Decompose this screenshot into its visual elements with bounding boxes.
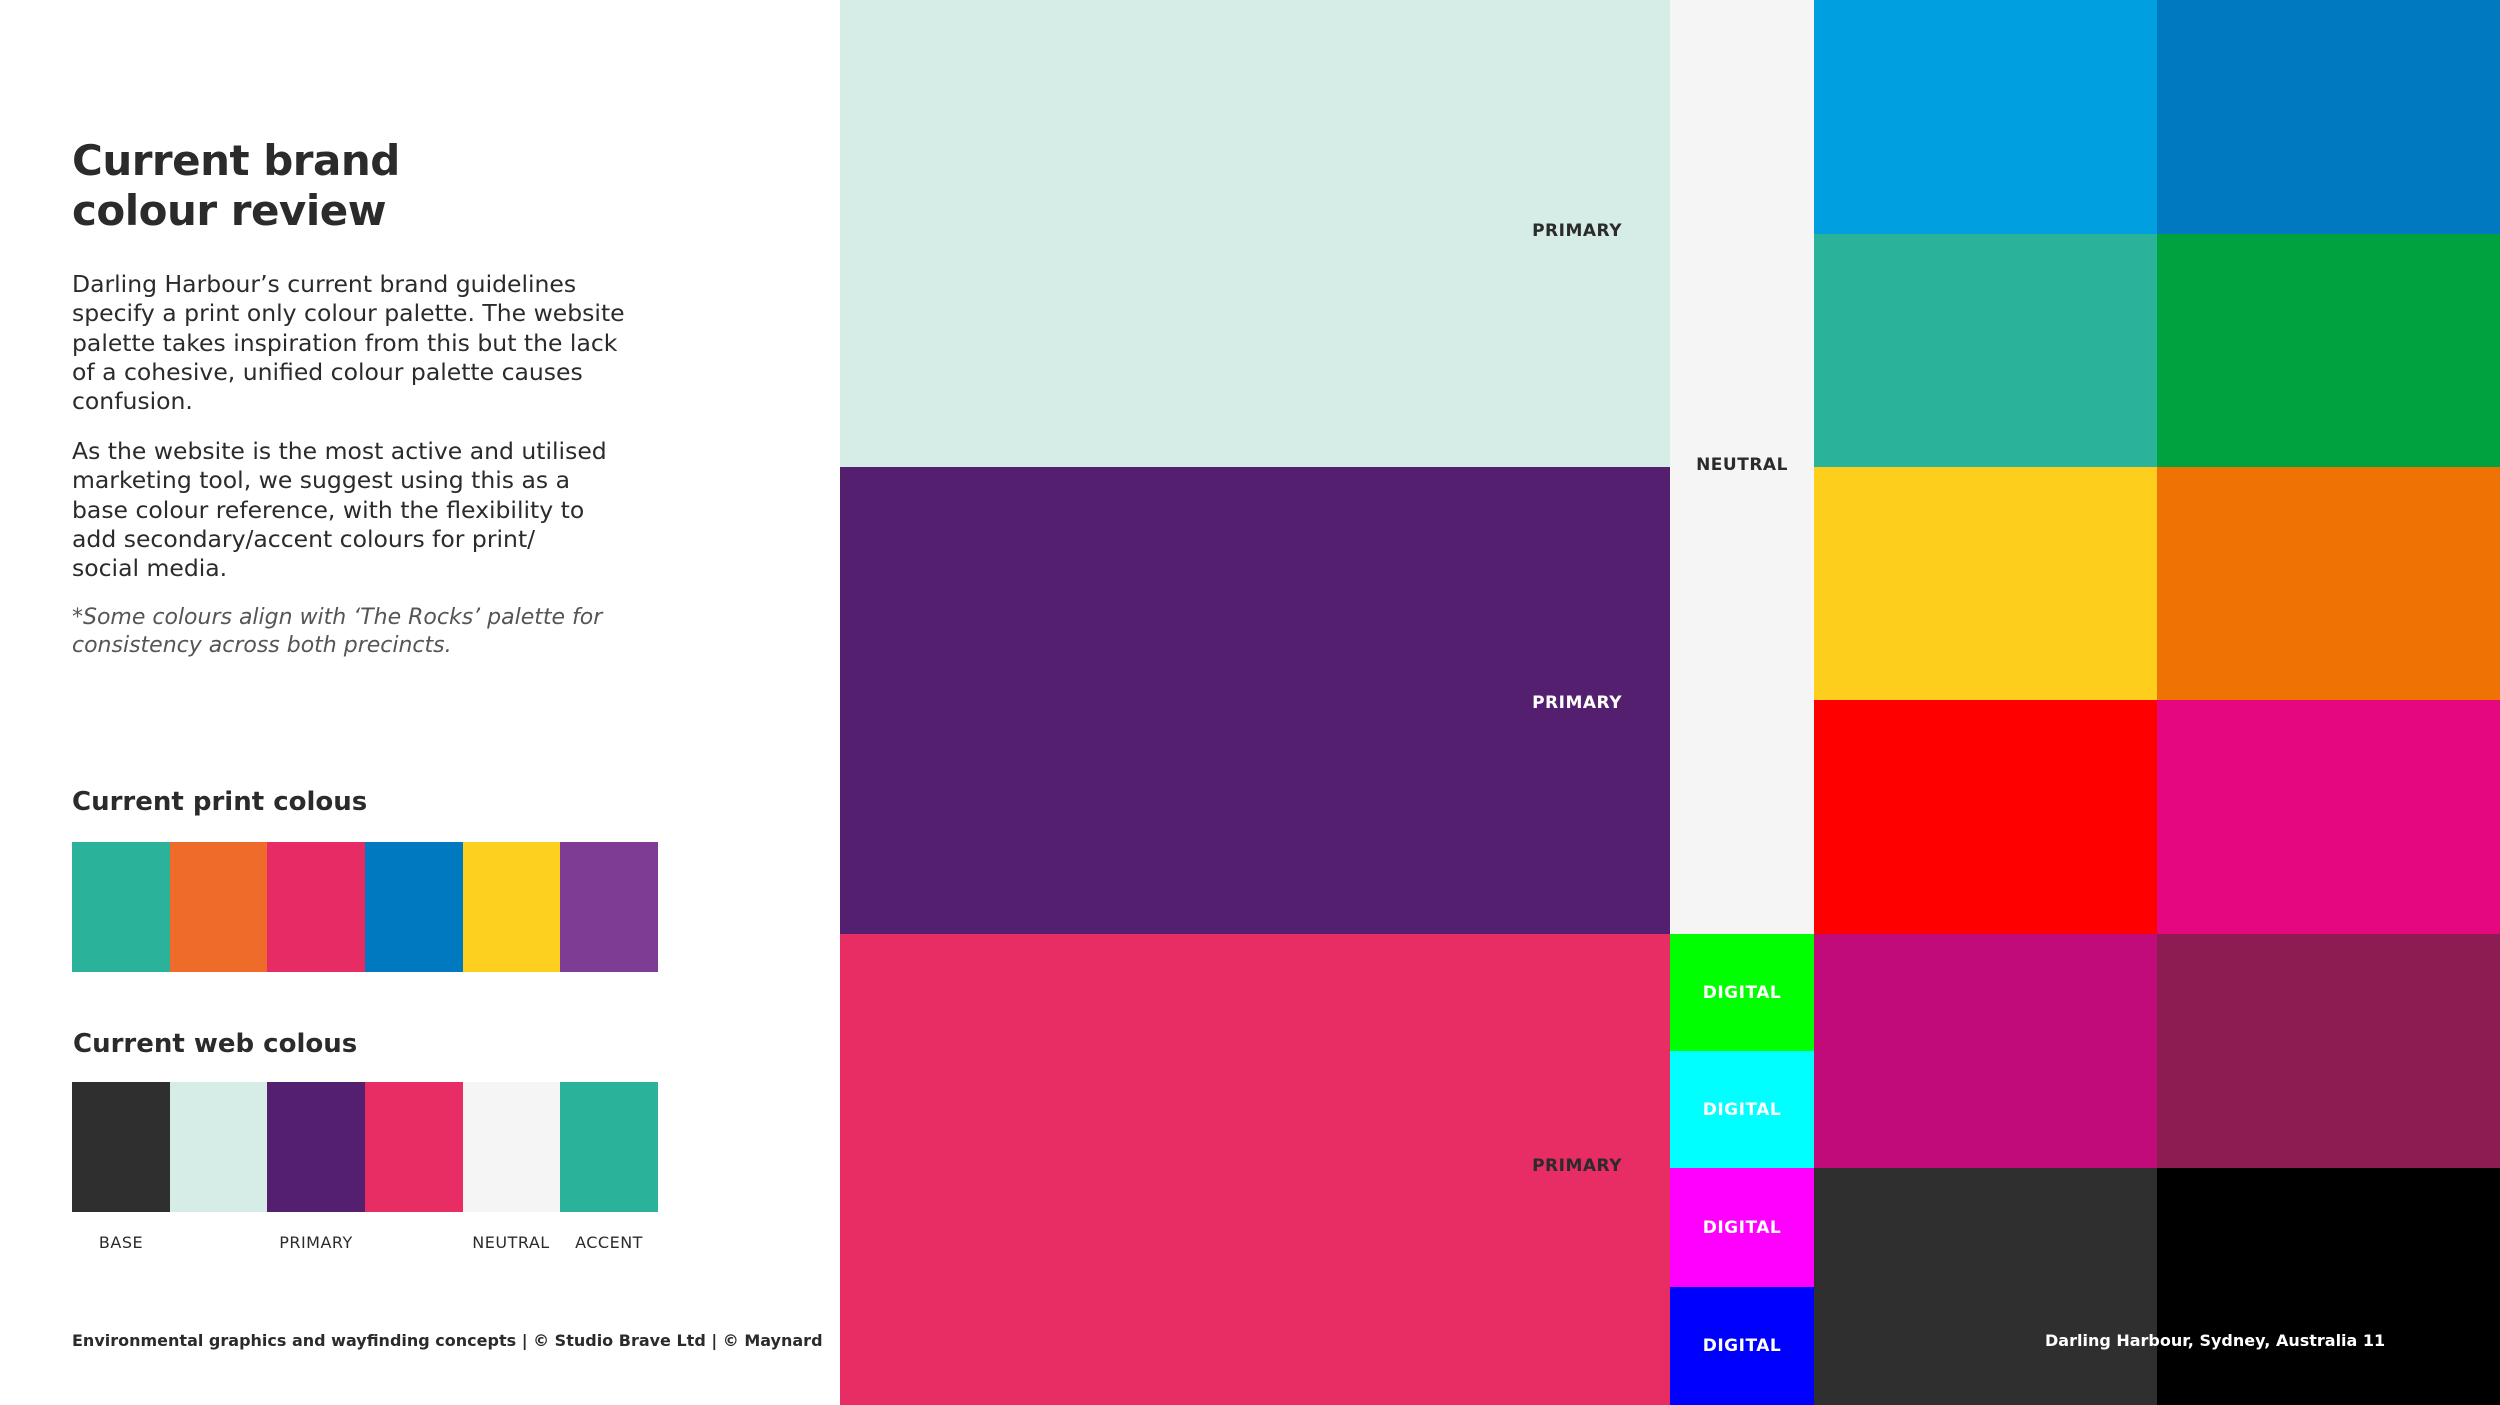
primary-label: PRIMARY — [1532, 1156, 1622, 1176]
accent-swatch-orange — [2157, 467, 2500, 700]
web-swatch-label-base: BASE — [98, 1233, 144, 1252]
accent-swatch-plum — [2157, 934, 2500, 1168]
print-swatch — [72, 842, 170, 972]
web-swatch-label-accent: ACCENT — [575, 1233, 643, 1252]
web-swatch — [462, 1082, 561, 1212]
primary-block-mint: PRIMARY — [840, 0, 1670, 467]
accent-swatch-blue — [2157, 0, 2500, 234]
primary-label: PRIMARY — [1532, 693, 1622, 713]
paragraph-line: marketing tool, we suggest using this as… — [72, 466, 570, 495]
web-swatch — [365, 1082, 463, 1212]
primary-block-pink: PRIMARY — [840, 934, 1670, 1405]
digital-label: DIGITAL — [1702, 1336, 1782, 1356]
digital-block-cyan: DIGITAL — [1670, 1051, 1814, 1168]
digital-label: DIGITAL — [1702, 1099, 1782, 1120]
print-swatch — [267, 842, 366, 972]
primary-block-purple: PRIMARY — [840, 467, 1670, 934]
web-swatch — [72, 1082, 170, 1212]
paragraph-line: base colour reference, with the flexibil… — [72, 495, 585, 524]
accent-swatch-hot-pink — [2157, 700, 2500, 934]
title-line-1: Current brand — [72, 136, 400, 185]
title-line-2: colour review — [72, 186, 386, 235]
paragraph-line: As the website is the most active and ut… — [72, 437, 607, 465]
paragraph-line: palette takes inspiration from this but … — [72, 328, 618, 357]
accent-swatch-yellow — [1814, 467, 2157, 700]
footer-location-page: Darling Harbour, Sydney, Australia 11 — [2045, 1331, 2386, 1350]
web-swatch — [267, 1082, 366, 1212]
footnote-line: *Some colours align with ‘The Rocks’ pal… — [72, 605, 603, 630]
footnote-line: consistency across both precincts. — [72, 633, 452, 658]
paragraph-line: social media. — [72, 554, 228, 583]
footer-credits: Environmental graphics and wayfinding co… — [72, 1331, 823, 1350]
recommendation-paragraph: As the website is the most active and ut… — [72, 437, 652, 583]
web-swatch — [169, 1082, 268, 1212]
web-swatch — [560, 1082, 659, 1212]
print-swatch — [462, 842, 561, 972]
accent-swatch-light-blue — [1814, 0, 2157, 234]
print-swatch — [560, 842, 659, 972]
web-palette-title: Current web colous — [73, 1029, 358, 1059]
web-palette — [72, 1082, 659, 1212]
accent-swatch-charcoal — [1814, 1168, 2157, 1405]
footnote: *Some colours align with ‘The Rocks’ pal… — [72, 604, 602, 660]
paragraph-line: Darling Harbour’s current brand guidelin… — [72, 270, 577, 298]
neutral-block: NEUTRAL — [1670, 0, 1814, 934]
digital-block-blue: DIGITAL — [1670, 1287, 1814, 1405]
neutral-label: NEUTRAL — [1696, 455, 1788, 475]
paragraph-line: specify a print only colour palette. The… — [72, 299, 625, 328]
print-palette-title: Current print colous — [72, 787, 368, 817]
page-title: Current brand colour review — [72, 136, 400, 236]
paragraph-line: add secondary/accent colours for print/ — [72, 524, 536, 553]
intro-paragraph: Darling Harbour’s current brand guidelin… — [72, 270, 652, 416]
digital-label: DIGITAL — [1702, 982, 1782, 1003]
accent-swatch-green — [2157, 234, 2500, 467]
accent-swatch-magenta — [1814, 934, 2157, 1168]
digital-block-green: DIGITAL — [1670, 934, 1814, 1051]
accent-swatch-teal — [1814, 234, 2157, 467]
accent-swatch-red — [1814, 700, 2157, 934]
accent-swatch-black — [2157, 1168, 2500, 1405]
print-palette — [72, 842, 659, 972]
web-swatch-label-primary: PRIMARY — [279, 1233, 353, 1252]
digital-label: DIGITAL — [1702, 1217, 1782, 1238]
paragraph-line: of a cohesive, unified colour palette ca… — [72, 357, 583, 386]
paragraph-line: confusion. — [72, 387, 193, 416]
print-swatch — [169, 842, 268, 972]
web-swatch-label-neutral: NEUTRAL — [472, 1233, 550, 1252]
digital-block-magenta: DIGITAL — [1670, 1168, 1814, 1287]
primary-label: PRIMARY — [1532, 221, 1622, 241]
print-swatch — [365, 842, 463, 972]
